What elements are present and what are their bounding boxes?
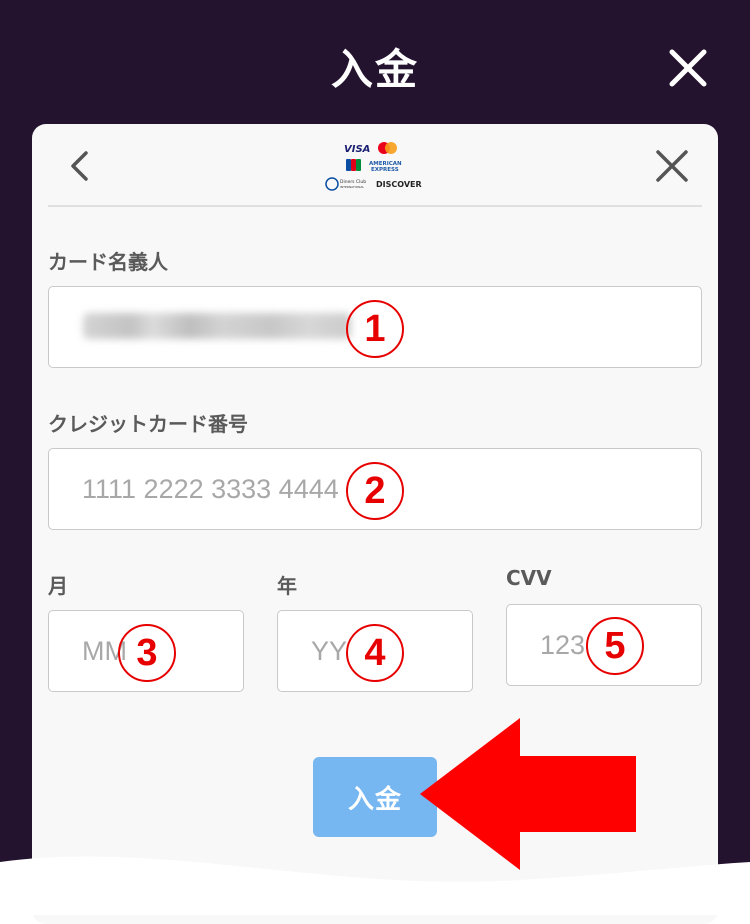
cardholder-name-field[interactable] [48, 286, 702, 368]
svg-text:INTERNATIONAL: INTERNATIONAL [340, 185, 364, 189]
modal-title: 入金 [330, 45, 419, 94]
month-input[interactable] [49, 611, 243, 691]
diners-logo: Diners Club INTERNATIONAL [325, 177, 366, 191]
year-input[interactable] [278, 611, 472, 691]
jcb-logo [346, 159, 361, 171]
month-field[interactable] [48, 610, 244, 692]
close-icon[interactable] [652, 146, 692, 186]
deposit-submit-button[interactable]: 入金 [313, 757, 437, 837]
visa-logo: VISA [344, 144, 370, 155]
year-label: 年 [277, 574, 297, 598]
discover-logo: DISCOVER [376, 180, 422, 189]
blurred-name-value [83, 313, 351, 339]
card-number-label: クレジットカード番号 [48, 412, 248, 436]
cvv-label: CVV [506, 566, 552, 590]
divider [48, 205, 702, 207]
cardholder-name-label: カード名義人 [48, 250, 168, 274]
mastercard-logo [378, 142, 397, 154]
close-icon[interactable] [664, 44, 712, 92]
card-number-field[interactable] [48, 448, 702, 530]
cvv-input[interactable] [507, 605, 701, 685]
card-brand-logos: VISA AMERICAN EXPRESS Diners Club INTERN… [325, 142, 422, 191]
annotation-arrow-icon [420, 718, 636, 870]
cvv-field[interactable] [506, 604, 702, 686]
year-field[interactable] [277, 610, 473, 692]
amex-logo-line2: EXPRESS [371, 167, 399, 173]
card-number-input[interactable] [49, 449, 701, 529]
chevron-left-icon[interactable] [64, 148, 94, 184]
month-label: 月 [48, 574, 68, 598]
